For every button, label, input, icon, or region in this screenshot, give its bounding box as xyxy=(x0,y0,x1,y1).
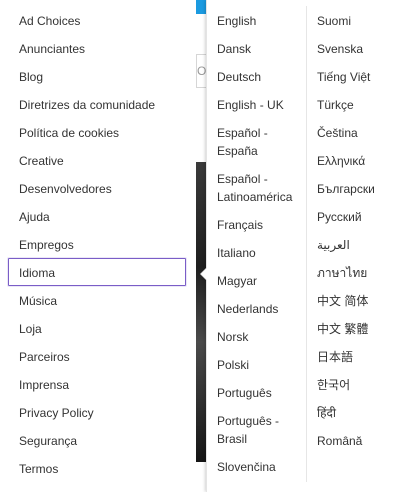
language-option-francais[interactable]: Français xyxy=(217,216,303,234)
language-option-italiano[interactable]: Italiano xyxy=(217,244,303,262)
language-option-arabic[interactable]: العربية xyxy=(317,236,397,254)
language-option-tieng-viet[interactable]: Tiếng Việt xyxy=(317,68,397,86)
column-divider xyxy=(306,6,307,482)
menu-item-empregos[interactable]: Empregos xyxy=(8,230,186,258)
language-option-romana[interactable]: Română xyxy=(317,432,397,450)
menu-item-termos[interactable]: Termos xyxy=(8,454,186,482)
language-option-dansk[interactable]: Dansk xyxy=(217,40,303,58)
language-option-thai[interactable]: ภาษาไทย xyxy=(317,264,397,282)
language-option-svenska[interactable]: Svenska xyxy=(317,40,397,58)
language-option-portugues[interactable]: Português xyxy=(217,384,303,402)
menu-item-musica[interactable]: Música xyxy=(8,286,186,314)
language-option-english[interactable]: English xyxy=(217,12,303,30)
menu-item-cookies[interactable]: Política de cookies xyxy=(8,118,186,146)
language-option-deutsch[interactable]: Deutsch xyxy=(217,68,303,86)
language-option-korean[interactable]: 한국어 xyxy=(317,376,397,394)
language-option-polski[interactable]: Polski xyxy=(217,356,303,374)
language-option-balgarski[interactable]: Български xyxy=(317,180,397,198)
language-option-japanese[interactable]: 日本語 xyxy=(317,348,397,366)
background-search-text: O xyxy=(197,64,207,78)
language-option-magyar[interactable]: Magyar xyxy=(217,272,303,290)
language-option-norsk[interactable]: Norsk xyxy=(217,328,303,346)
menu-item-parceiros[interactable]: Parceiros xyxy=(8,342,186,370)
language-option-suomi[interactable]: Suomi xyxy=(317,12,397,30)
menu-item-idioma[interactable]: Idioma xyxy=(8,258,186,286)
language-option-espanol-latinoamerica[interactable]: Español - Latinoamérica xyxy=(217,170,303,206)
language-option-ellinika[interactable]: Ελληνικά xyxy=(317,152,397,170)
menu-item-desenvolvedores[interactable]: Desenvolvedores xyxy=(8,174,186,202)
language-option-chinese-simplified[interactable]: 中文 简体 xyxy=(317,292,397,310)
language-option-chinese-traditional[interactable]: 中文 繁體 xyxy=(317,320,397,338)
menu-item-seguranca[interactable]: Segurança xyxy=(8,426,186,454)
menu-item-ajuda[interactable]: Ajuda xyxy=(8,202,186,230)
menu-item-loja[interactable]: Loja xyxy=(8,314,186,342)
language-option-hindi[interactable]: हिंदी xyxy=(317,404,397,422)
language-option-espanol-espana[interactable]: Español - España xyxy=(217,124,303,160)
menu-item-diretrizes[interactable]: Diretrizes da comunidade xyxy=(8,90,186,118)
menu-item-anunciantes[interactable]: Anunciantes xyxy=(8,34,186,62)
menu-item-imprensa[interactable]: Imprensa xyxy=(8,370,186,398)
menu-item-blog[interactable]: Blog xyxy=(8,62,186,90)
submenu-pointer-arrow xyxy=(201,268,207,280)
language-option-russkiy[interactable]: Русский xyxy=(317,208,397,226)
language-option-slovencina[interactable]: Slovenčina xyxy=(217,458,303,476)
language-option-turkce[interactable]: Türkçe xyxy=(317,96,397,114)
menu-item-privacy-policy[interactable]: Privacy Policy xyxy=(8,398,186,426)
menu-item-ad-choices[interactable]: Ad Choices xyxy=(8,6,186,34)
language-option-portugues-brasil[interactable]: Português - Brasil xyxy=(217,412,303,448)
language-option-cestina[interactable]: Čeština xyxy=(317,124,397,142)
footer-menu: Ad Choices Anunciantes Blog Diretrizes d… xyxy=(0,0,196,492)
language-option-nederlands[interactable]: Nederlands xyxy=(217,300,303,318)
menu-item-creative[interactable]: Creative xyxy=(8,146,186,174)
language-option-english-uk[interactable]: English - UK xyxy=(217,96,303,114)
